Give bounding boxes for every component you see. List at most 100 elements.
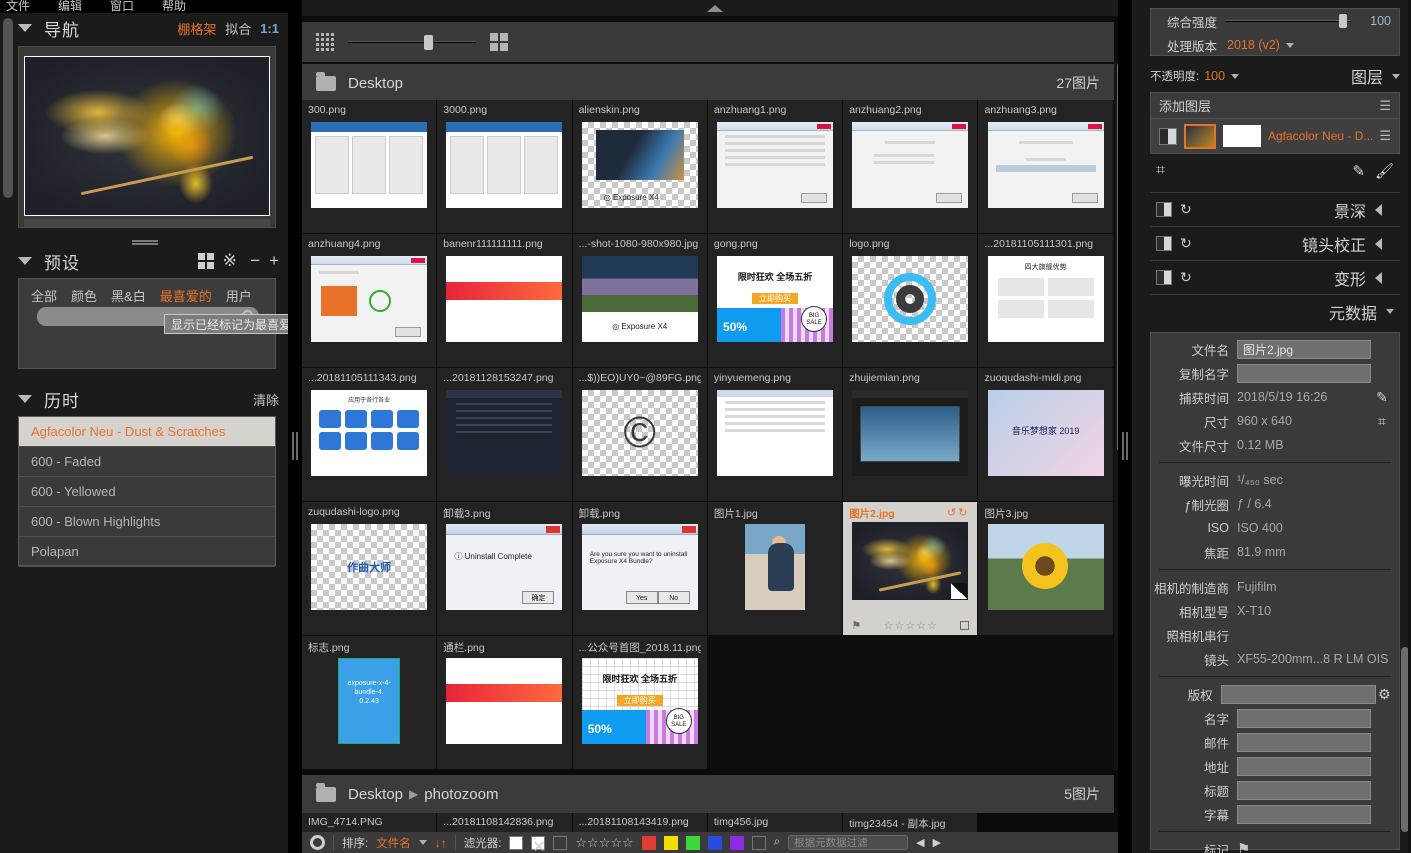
next-arrow-icon[interactable]: ▶ [933,836,941,849]
right-panel-resize-handle[interactable] [1118,0,1132,853]
menu-item-edit[interactable]: 编辑 [58,0,82,14]
add-layer-row[interactable]: 添加图层 ☰ [1151,93,1399,119]
chevron-down-icon[interactable] [1392,74,1400,79]
opacity-value[interactable]: 100 [1204,69,1225,83]
chevron-down-icon[interactable] [1231,74,1239,79]
thumbnail-cell[interactable]: banenr111111111.png [437,234,572,368]
chevron-down-icon[interactable] [1386,309,1394,314]
flag-icon[interactable]: ⚑ [851,619,861,632]
navigator-fit-grid[interactable]: 棚格架 [177,19,216,38]
left-panel-scrollbar[interactable] [3,18,13,198]
section-lens-correction[interactable]: ↻ 镜头校正 [1150,226,1400,260]
history-item[interactable]: 600 - Faded [19,447,275,477]
plus-button[interactable]: + [269,253,279,269]
thumbnail-cell[interactable]: anzhuang2.png [843,100,978,234]
menu-item-help[interactable]: 帮助 [162,0,186,14]
thumbnail-cell[interactable]: zhujiemian.png [843,368,978,502]
rotate-icons[interactable]: ↺↻ [947,506,969,519]
thumbnail-cell[interactable]: ...20181128153247.png [437,368,572,502]
large-thumbnails-icon[interactable] [490,33,508,51]
copy-name-field[interactable] [1237,364,1371,383]
filter-color-none[interactable] [752,836,766,850]
collapse-triangle-icon[interactable] [18,257,32,265]
reset-icon[interactable]: ↻ [1180,235,1192,252]
layer-item[interactable]: Agfacolor Neu - D... ☰ [1151,119,1399,153]
reset-icon[interactable]: ↻ [1180,269,1192,286]
section-toggle-icon[interactable] [1156,270,1172,285]
collapse-triangle-icon[interactable] [18,24,32,32]
layer-mask-thumbnail[interactable] [1223,125,1261,147]
thumbnail-cell[interactable]: logo.png [843,234,978,368]
thumbnail-cell[interactable]: 图片1.jpg [708,502,843,636]
metadata-header[interactable]: 元数据 [1150,294,1400,328]
layer-thumbnail[interactable] [1184,124,1216,149]
thumbnail-cell[interactable]: ...公众号首图_2018.11.png 限时狂欢 全场五折立即购买50%BIG… [573,636,708,770]
thumbnail-cell[interactable]: anzhuang3.png [978,100,1113,234]
reset-icon[interactable]: ↻ [1180,201,1192,218]
address-field[interactable] [1237,757,1371,776]
filter-flag-none-icon[interactable] [553,836,567,850]
caption-field[interactable] [1237,805,1371,824]
menu-hamburger-icon[interactable]: ☰ [1379,128,1391,144]
navigator-header[interactable]: 导航 棚格架 拟合 1:1 [0,13,289,43]
thumbnail-cell[interactable]: 3000.png [437,100,572,234]
section-toggle-icon[interactable] [1156,236,1172,251]
metadata-filter-input[interactable]: 根据元数据过滤 [788,835,908,850]
folder-header-desktop[interactable]: Desktop 27图片 [302,64,1114,102]
filter-color-red[interactable] [642,836,656,850]
menu-hamburger-icon[interactable]: ☰ [1379,98,1391,114]
filter-color-purple[interactable] [730,836,744,850]
section-transform[interactable]: ↻ 变形 [1150,260,1400,294]
filter-color-green[interactable] [686,836,700,850]
thumbnail-cell[interactable]: 卸载.png Are you sure you want to uninstal… [573,502,708,636]
preset-tab-favorites[interactable]: 最喜爱的 [160,286,212,305]
thumbnail-cell[interactable]: yinyuemeng.png [708,368,843,502]
presets-header[interactable]: 预设 ※ − + [0,246,289,276]
gear-icon[interactable]: ⚙ [1376,686,1393,703]
sort-value[interactable]: 文件名 [376,835,411,851]
flag-icon[interactable]: ⚑ [1237,840,1393,853]
folder-header-photozoom[interactable]: Desktop ▶ photozoom 5图片 [302,775,1114,813]
history-item[interactable]: 600 - Yellowed [19,477,275,507]
history-header[interactable]: 历时 清除 [0,384,289,414]
prev-arrow-icon[interactable]: ◀ [916,836,924,849]
compare-icon[interactable]: ※ [223,253,237,269]
filter-flag-reject-icon[interactable]: ✕ [531,836,545,850]
chevron-left-icon[interactable] [1375,204,1382,216]
preset-tab-all[interactable]: 全部 [31,286,57,305]
preset-tab-bw[interactable]: 黑&白 [111,286,146,305]
thumbnail-cell[interactable]: zuqudashi-logo.png 作曲大师 [302,502,437,636]
thumbnail-cell[interactable]: anzhuang1.png [708,100,843,234]
chevron-left-icon[interactable] [1375,272,1382,284]
thumbnail-cell[interactable]: 300.png [302,100,437,234]
filter-color-yellow[interactable] [664,836,678,850]
pencil-icon[interactable]: ✎ [1352,162,1365,180]
overall-strength-slider[interactable] [1225,16,1351,26]
menu-item-window[interactable]: 窗口 [110,0,134,14]
thumbnail-cell[interactable]: 通栏.png [437,636,572,770]
breadcrumb-child[interactable]: photozoom [424,786,498,803]
collapse-triangle-icon[interactable] [18,395,32,403]
left-splitter-1[interactable] [0,236,289,246]
navigator-image[interactable] [24,56,270,216]
thumbnail-cell[interactable]: ...20181105111343.png 应用于各行各业 [302,368,437,502]
layer-visibility-icon[interactable] [1159,128,1177,145]
rating-stars[interactable]: ☆☆☆☆☆ [861,619,960,632]
crop-icon[interactable]: ⌗ [1371,413,1393,430]
thumbnail-cell[interactable]: zuoqudashi-midi.png 音乐梦想家 2019 [978,368,1113,502]
menu-item-file[interactable]: 文件 [6,0,30,14]
history-clear-button[interactable]: 清除 [253,390,279,409]
thumbnail-cell[interactable]: ...20181105111301.png 四大旗舰优势 [978,234,1113,368]
thumbnail-cell[interactable]: ...$))EO)UY0~@89FG.png © [573,368,708,502]
brush-icon[interactable]: 🖌 [1375,162,1394,180]
thumbnail-cell[interactable]: 卸载3.png ⓘ Uninstall Complete确定 [437,502,572,636]
navigator-zoom-1-1[interactable]: 1:1 [260,21,279,36]
thumbnail-size-slider[interactable] [348,37,476,47]
navigator-fit[interactable]: 拟合 [225,19,251,38]
filter-rating-stars[interactable]: ☆☆☆☆☆ [575,835,633,851]
section-depth-of-field[interactable]: ↻ 景深 [1150,192,1400,226]
thumbnail-cell[interactable]: gong.png 限时狂欢 全场五折立即购买50%BIGSALE [708,234,843,368]
thumbnail-cell[interactable]: alienskin.png ◎ Exposure X4 [573,100,708,234]
thumbnail-cell[interactable]: 标志.png exposure-x-4-bundle-4.0.2.43 [302,636,437,770]
grid-view-icon[interactable] [198,253,214,269]
